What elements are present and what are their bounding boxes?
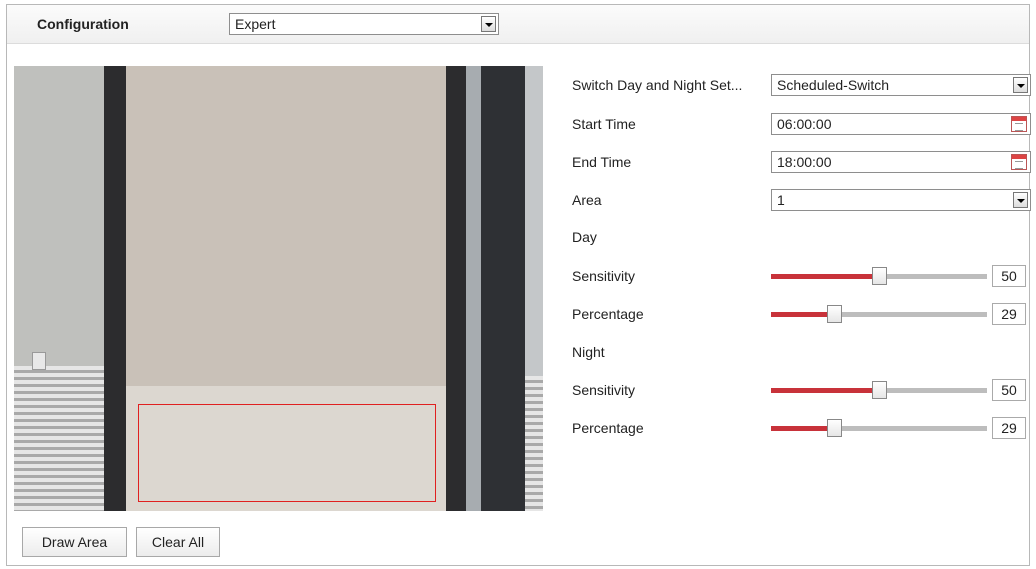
night-sensitivity-value[interactable]: 50 [992, 379, 1026, 401]
draw-area-button[interactable]: Draw Area [22, 527, 127, 557]
day-sensitivity-label: Sensitivity [572, 268, 636, 284]
end-time-value: 18:00:00 [777, 154, 832, 170]
chevron-down-icon[interactable] [1013, 192, 1028, 208]
right-vent [525, 376, 543, 511]
camera-preview[interactable] [14, 66, 543, 511]
switch-mode-value: Scheduled-Switch [777, 77, 890, 93]
switch-mode-label: Switch Day and Night Set... [572, 77, 743, 93]
switch-mode-select[interactable]: Scheduled-Switch [771, 74, 1031, 96]
chevron-down-icon[interactable] [1013, 77, 1028, 93]
day-percentage-slider[interactable] [771, 304, 987, 324]
slider-fill [771, 426, 834, 431]
day-percentage-label: Percentage [572, 306, 644, 322]
calendar-icon[interactable] [1011, 116, 1027, 132]
day-heading: Day [572, 229, 597, 245]
calendar-icon[interactable] [1011, 154, 1027, 170]
detection-area-rectangle[interactable] [138, 404, 436, 502]
slider-thumb[interactable] [827, 419, 842, 437]
right-wall [525, 66, 543, 376]
mode-select[interactable]: Expert [229, 13, 499, 35]
day-percentage-value[interactable]: 29 [992, 303, 1026, 325]
config-toolbar: Configuration Expert [7, 5, 1029, 44]
back-wall [126, 66, 446, 386]
area-select[interactable]: 1 [771, 189, 1031, 211]
area-label: Area [572, 192, 602, 208]
start-time-value: 06:00:00 [777, 116, 832, 132]
day-sensitivity-value[interactable]: 50 [992, 265, 1026, 287]
door-frame-far [481, 66, 525, 511]
night-sensitivity-label: Sensitivity [572, 382, 636, 398]
slider-fill [771, 274, 879, 279]
slider-fill [771, 312, 834, 317]
night-sensitivity-slider[interactable] [771, 380, 987, 400]
night-percentage-slider[interactable] [771, 418, 987, 438]
mode-select-value: Expert [235, 16, 276, 32]
area-value: 1 [777, 192, 785, 208]
start-time-field[interactable]: 06:00:00 [771, 113, 1031, 135]
end-time-field[interactable]: 18:00:00 [771, 151, 1031, 173]
night-percentage-value[interactable]: 29 [992, 417, 1026, 439]
slider-thumb[interactable] [872, 267, 887, 285]
end-time-label: End Time [572, 154, 632, 170]
slider-thumb[interactable] [827, 305, 842, 323]
left-vent [14, 366, 108, 511]
chevron-down-icon[interactable] [481, 16, 496, 32]
day-sensitivity-slider[interactable] [771, 266, 987, 286]
night-heading: Night [572, 344, 605, 360]
glass-panel [466, 66, 481, 511]
configuration-label: Configuration [37, 16, 129, 32]
slider-thumb[interactable] [872, 381, 887, 399]
slider-fill [771, 388, 879, 393]
clear-all-button[interactable]: Clear All [136, 527, 220, 557]
start-time-label: Start Time [572, 116, 636, 132]
night-percentage-label: Percentage [572, 420, 644, 436]
wall-outlet [32, 352, 46, 370]
door-frame-left [104, 66, 126, 511]
door-frame-right [446, 66, 466, 511]
